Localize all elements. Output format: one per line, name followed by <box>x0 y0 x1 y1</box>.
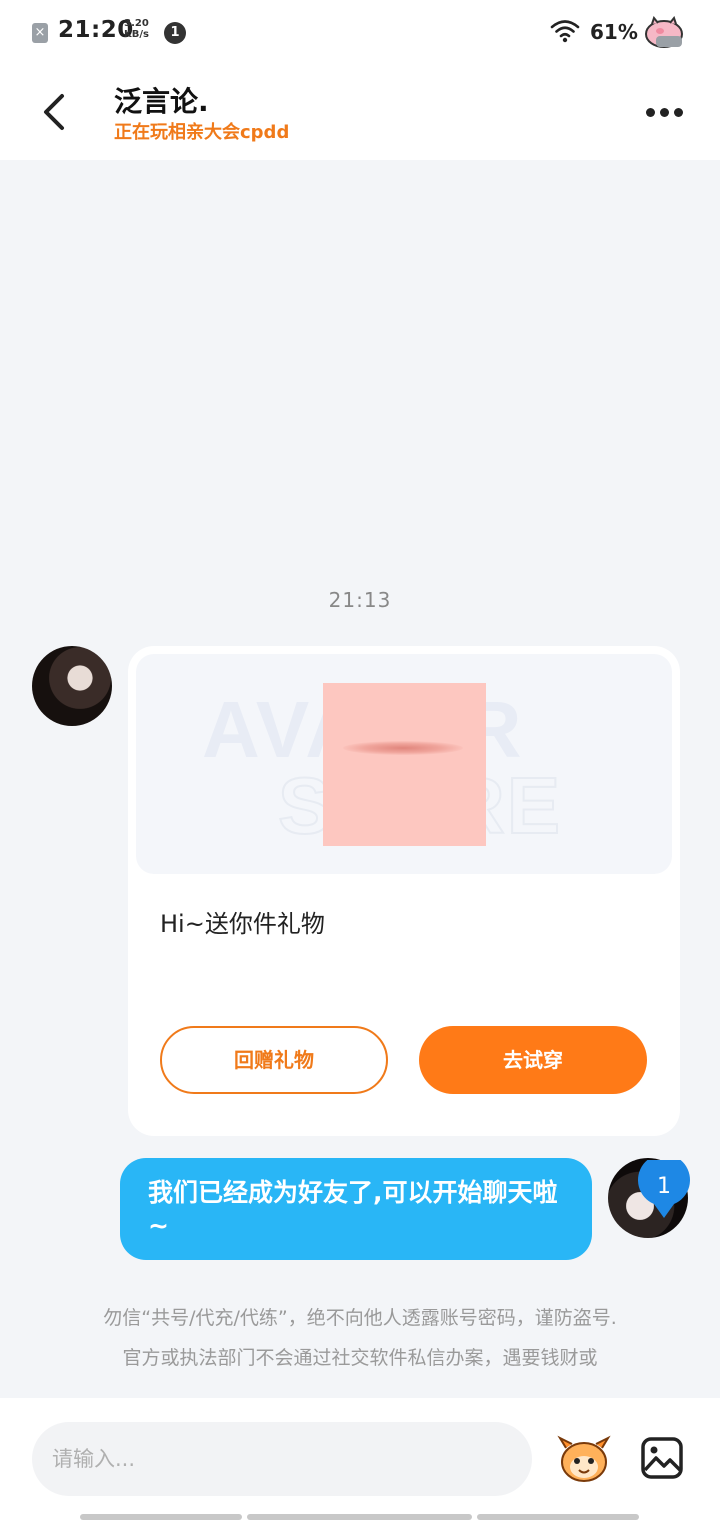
lipstick-item-icon <box>323 683 486 846</box>
safety-notice-line: 勿信“共号/代充/代练”，绝不向他人透露账号密码，谨防盗号. <box>103 1307 617 1329</box>
my-message-bubble[interactable]: 我们已经成为好友了,可以开始聊天啦~ <box>120 1158 592 1260</box>
unread-badge-icon[interactable]: 1 <box>636 1160 692 1220</box>
wifi-icon <box>550 20 580 43</box>
gesture-bar-segment <box>477 1514 639 1520</box>
more-options-icon[interactable] <box>640 92 688 132</box>
battery-level: 61% <box>590 20 638 44</box>
input-bar <box>0 1398 720 1520</box>
image-picker-icon[interactable] <box>640 1436 684 1480</box>
notification-count-badge: 1 <box>164 22 186 44</box>
network-speed: 3.20 KB/s <box>124 18 149 40</box>
unread-badge-count: 1 <box>657 1174 671 1199</box>
message-input[interactable] <box>32 1422 532 1496</box>
contact-status: 正在玩相亲大会cpdd <box>114 122 290 143</box>
chat-message-list[interactable]: 21:13 AVATAR STORE Hi~送你件礼物 回赠礼物 去试穿 我们已… <box>0 160 720 1398</box>
gesture-bar-segment <box>247 1514 472 1520</box>
pig-battery-icon <box>645 16 683 48</box>
friend-avatar[interactable] <box>32 646 112 726</box>
message-timestamp: 21:13 <box>328 588 392 612</box>
return-gift-button[interactable]: 回赠礼物 <box>160 1026 388 1094</box>
gesture-bar-segment <box>80 1514 242 1520</box>
sim-error-icon: × <box>32 23 48 43</box>
safety-notice-line: 官方或执法部门不会通过社交软件私信办案，遇要钱财或 <box>122 1347 598 1369</box>
back-arrow-icon[interactable] <box>36 90 76 134</box>
network-speed-unit: KB/s <box>124 29 149 40</box>
sticker-mascot-icon[interactable] <box>556 1434 612 1484</box>
gift-card: AVATAR STORE Hi~送你件礼物 回赠礼物 去试穿 <box>128 646 680 1136</box>
contact-name: 泛言论. <box>114 85 209 118</box>
try-on-button[interactable]: 去试穿 <box>419 1026 647 1094</box>
safety-notice: 勿信“共号/代充/代练”，绝不向他人透露账号密码，谨防盗号. 官方或执法部门不会… <box>48 1304 672 1372</box>
gift-image[interactable]: AVATAR STORE <box>136 654 672 874</box>
chat-header: 泛言论. 正在玩相亲大会cpdd <box>0 64 720 160</box>
status-time: 21:20 <box>58 17 134 43</box>
gift-message: Hi~送你件礼物 <box>160 910 325 938</box>
status-bar: × 21:20 3.20 KB/s 1 61% <box>0 0 720 64</box>
network-speed-value: 3.20 <box>124 18 149 29</box>
